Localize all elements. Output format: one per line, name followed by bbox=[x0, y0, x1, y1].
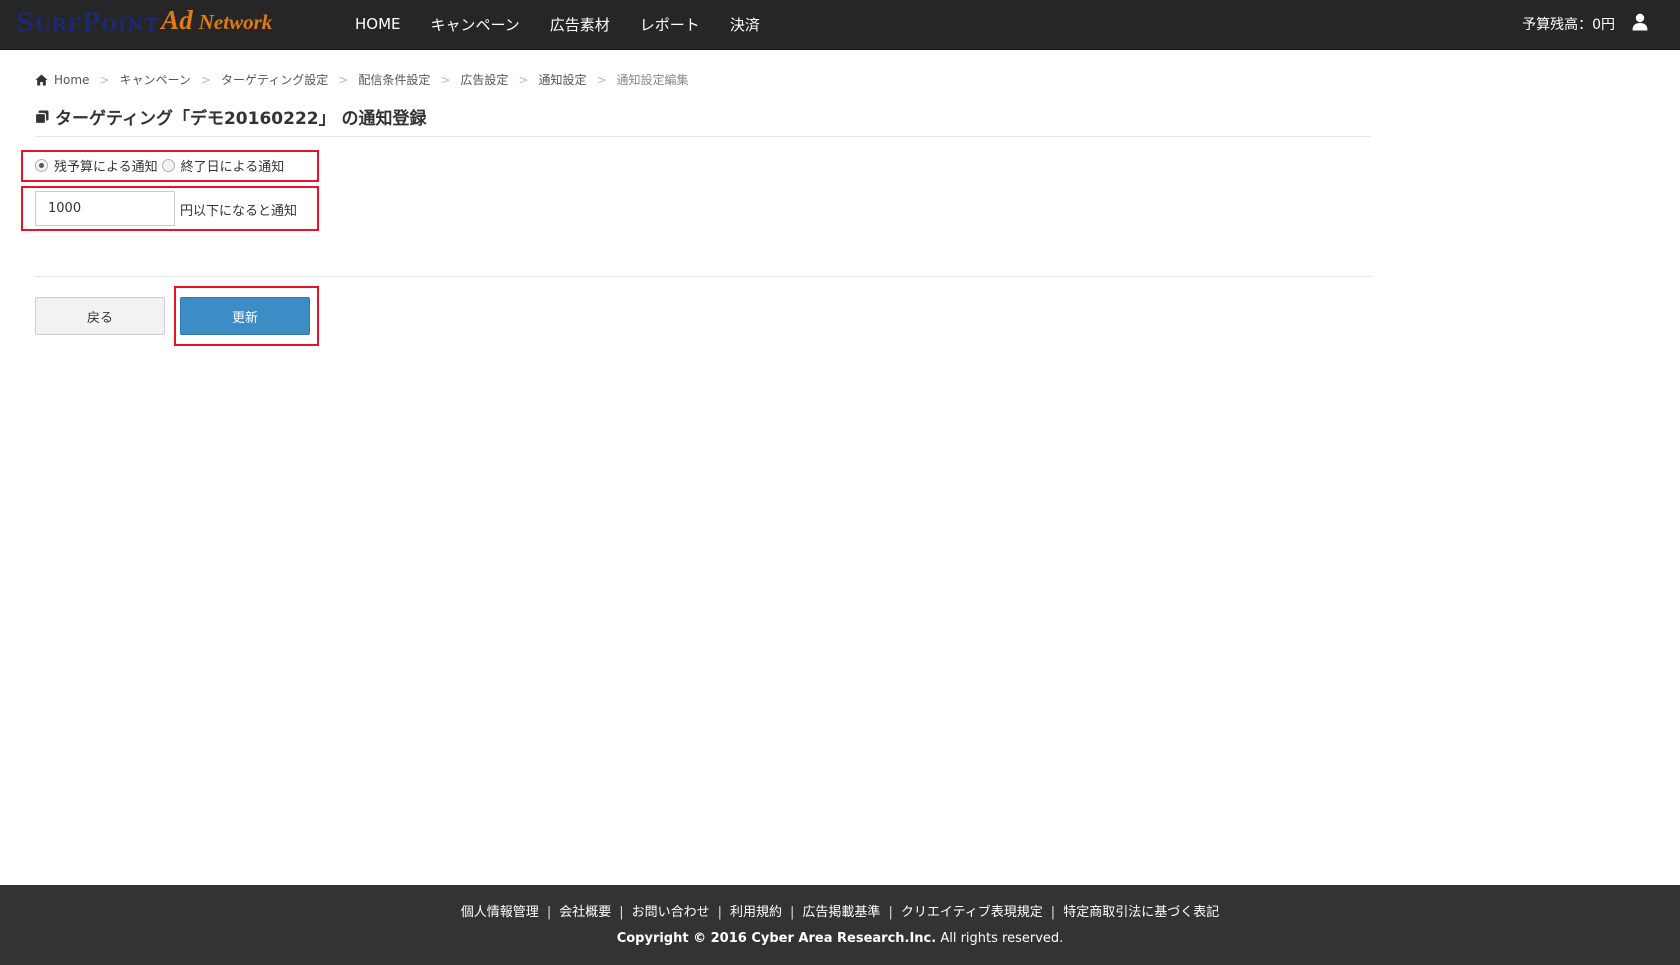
breadcrumb-campaign[interactable]: キャンペーン bbox=[120, 71, 191, 88]
footer-separator: | bbox=[717, 905, 723, 920]
copyright: Copyright © 2016 Cyber Area Research.Inc… bbox=[0, 931, 1680, 946]
nav-payment[interactable]: 決済 bbox=[730, 14, 760, 35]
breadcrumb-delivery-conditions[interactable]: 配信条件設定 bbox=[358, 71, 430, 88]
footer-link-ad-standards[interactable]: 広告掲載基準 bbox=[802, 905, 880, 920]
copy-icon bbox=[35, 110, 49, 124]
breadcrumb-separator: > bbox=[99, 72, 110, 87]
breadcrumb-separator: > bbox=[338, 72, 349, 87]
breadcrumb-separator: > bbox=[596, 72, 607, 87]
copyright-rest: All rights reserved. bbox=[936, 931, 1064, 946]
highlight-box-update bbox=[174, 286, 319, 346]
footer-links: 個人情報管理 | 会社概要 | お問い合わせ | 利用規約 | 広告掲載基準 | クリエイティブ表現… bbox=[0, 901, 1680, 920]
footer-separator: | bbox=[1050, 905, 1056, 920]
highlight-box-amount bbox=[21, 186, 319, 231]
breadcrumb-separator: > bbox=[200, 72, 211, 87]
divider-top bbox=[35, 136, 1371, 137]
breadcrumb-ad-settings[interactable]: 広告設定 bbox=[460, 71, 508, 88]
nav-ad-materials[interactable]: 広告素材 bbox=[550, 14, 610, 35]
footer-link-contact[interactable]: お問い合わせ bbox=[632, 905, 710, 920]
breadcrumb-separator: > bbox=[518, 72, 529, 87]
highlight-box-radio bbox=[21, 150, 319, 182]
breadcrumb-notification-edit: 通知設定編集 bbox=[616, 73, 689, 87]
page-title-text: ターゲティング「デモ20160222」 の通知登録 bbox=[55, 109, 427, 129]
footer-link-privacy[interactable]: 個人情報管理 bbox=[461, 905, 539, 920]
logo[interactable]: SurfPointAd Network bbox=[16, 5, 272, 41]
footer: 個人情報管理 | 会社概要 | お問い合わせ | 利用規約 | 広告掲載基準 | クリエイティブ表現… bbox=[0, 885, 1680, 965]
footer-separator: | bbox=[619, 905, 624, 920]
budget-balance: 予算残高：0円 bbox=[1522, 17, 1615, 33]
footer-link-commerce-law[interactable]: 特定商取引法に基づく表記 bbox=[1063, 905, 1219, 920]
footer-link-company[interactable]: 会社概要 bbox=[559, 905, 611, 920]
nav-campaign[interactable]: キャンペーン bbox=[431, 14, 520, 35]
top-navbar: SurfPointAd Network HOME キャンペーン 広告素材 レポート… bbox=[0, 0, 1680, 50]
footer-separator: | bbox=[546, 905, 552, 920]
footer-separator: | bbox=[888, 905, 893, 920]
logo-network-text: Network bbox=[198, 10, 273, 34]
breadcrumb-notification-settings[interactable]: 通知設定 bbox=[538, 71, 586, 88]
footer-link-creative-rules[interactable]: クリエイティブ表現規定 bbox=[901, 905, 1043, 920]
nav-home[interactable]: HOME bbox=[355, 15, 401, 33]
user-icon[interactable] bbox=[1632, 13, 1648, 31]
footer-link-terms[interactable]: 利用規約 bbox=[730, 905, 782, 920]
logo-surfpoint-text: SurfPoint bbox=[16, 8, 160, 37]
footer-separator: | bbox=[790, 905, 795, 920]
breadcrumb: Home > キャンペーン > ターゲティング設定 > 配信条件設定 > 広告設… bbox=[35, 71, 689, 88]
copyright-bold: Copyright © 2016 Cyber Area Research.Inc… bbox=[616, 931, 937, 946]
nav-report[interactable]: レポート bbox=[640, 14, 700, 35]
breadcrumb-separator: > bbox=[440, 72, 451, 87]
back-button[interactable]: 戻る bbox=[35, 297, 165, 335]
breadcrumb-targeting-settings[interactable]: ターゲティング設定 bbox=[221, 71, 328, 88]
divider-bottom bbox=[35, 276, 1371, 277]
page-title: ターゲティング「デモ20160222」 の通知登録 bbox=[35, 104, 427, 129]
logo-ad-text: Ad bbox=[161, 5, 193, 35]
main-nav: HOME キャンペーン 広告素材 レポート 決済 bbox=[355, 0, 790, 48]
breadcrumb-home[interactable]: Home bbox=[54, 73, 89, 87]
home-icon bbox=[35, 74, 48, 85]
